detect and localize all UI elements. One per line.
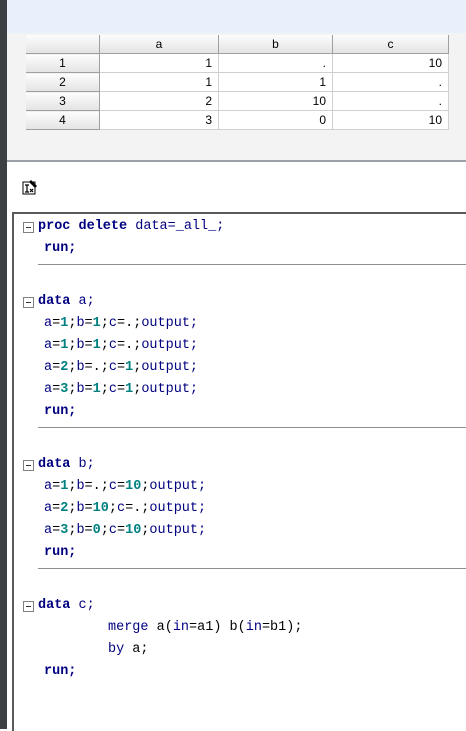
- cell-b[interactable]: 1: [218, 72, 333, 92]
- data-grid-panel: a b c 1 1 . 10 2 1 1 . 3 2 10 . 4 3 0 10: [7, 33, 466, 160]
- row-header[interactable]: 2: [26, 72, 100, 92]
- row-header[interactable]: 1: [26, 53, 100, 73]
- cell-c[interactable]: 10: [332, 53, 449, 73]
- table-row: 1 1 . 10: [26, 53, 449, 73]
- data-grid: a b c 1 1 . 10 2 1 1 . 3 2 10 . 4 3 0 10: [26, 35, 449, 130]
- block-separator: [38, 427, 466, 428]
- fold-toggle-icon[interactable]: [23, 460, 34, 471]
- cell-a[interactable]: 2: [99, 91, 219, 111]
- keyword: proc delete: [38, 219, 128, 234]
- cell-a[interactable]: 1: [99, 72, 219, 92]
- code-line: data a;: [38, 291, 95, 313]
- fold-toggle-icon[interactable]: [23, 222, 34, 233]
- code-text: b;: [70, 457, 95, 472]
- row-header[interactable]: 4: [26, 110, 100, 130]
- column-header-c[interactable]: c: [332, 35, 449, 54]
- code-line: merge a(in=a1) b(in=b1);: [108, 620, 303, 635]
- keyword: data: [38, 294, 71, 309]
- code-line: run;: [44, 545, 77, 560]
- code-line: a=1;b=.;c=10;output;: [44, 479, 207, 494]
- block-separator: [38, 264, 466, 265]
- corner-cell[interactable]: [26, 35, 100, 54]
- code-text: c;: [70, 598, 95, 613]
- cell-a[interactable]: 1: [99, 53, 219, 73]
- left-frame-edge: [0, 0, 7, 729]
- code-line: a=2;b=.;c=1;output;: [44, 360, 199, 375]
- code-line: a=1;b=1;c=.;output;: [44, 316, 199, 331]
- code-line: run;: [44, 404, 77, 419]
- code-line: by a;: [108, 642, 149, 657]
- code-text: data=_all_;: [127, 219, 225, 234]
- code-editor[interactable]: proc delete data=_all_; run; data a; a=1…: [12, 212, 466, 731]
- fold-toggle-icon[interactable]: [23, 601, 34, 612]
- cell-b[interactable]: .: [218, 53, 333, 73]
- cell-c[interactable]: .: [332, 91, 449, 111]
- edit-cursor-icon[interactable]: [22, 179, 38, 195]
- panel-divider[interactable]: [7, 160, 466, 162]
- cell-c[interactable]: .: [332, 72, 449, 92]
- keyword: data: [38, 457, 71, 472]
- block-separator: [38, 568, 466, 569]
- keyword: run;: [44, 241, 77, 256]
- code-line: data c;: [38, 595, 95, 617]
- code-line: a=3;b=1;c=1;output;: [44, 382, 199, 397]
- code-text: a;: [70, 294, 95, 309]
- cell-c[interactable]: 10: [332, 110, 449, 130]
- code-line: run;: [44, 238, 76, 260]
- cell-b[interactable]: 0: [218, 110, 333, 130]
- code-line: a=3;b=0;c=10;output;: [44, 523, 207, 538]
- column-header-b[interactable]: b: [218, 35, 333, 54]
- row-header[interactable]: 3: [26, 91, 100, 111]
- code-line: run;: [44, 664, 77, 679]
- code-line: data b;: [38, 454, 95, 476]
- grid-header-row: a b c: [26, 35, 449, 54]
- code-line: a=1;b=1;c=.;output;: [44, 338, 199, 353]
- code-line: proc delete data=_all_;: [38, 216, 224, 238]
- cell-b[interactable]: 10: [218, 91, 333, 111]
- fold-toggle-icon[interactable]: [23, 297, 34, 308]
- top-panel-band: [7, 0, 466, 33]
- cell-a[interactable]: 3: [99, 110, 219, 130]
- table-row: 4 3 0 10: [26, 110, 449, 130]
- code-line: a=2;b=10;c=.;output;: [44, 501, 207, 516]
- table-row: 2 1 1 .: [26, 72, 449, 92]
- keyword: data: [38, 598, 71, 613]
- column-header-a[interactable]: a: [99, 35, 219, 54]
- table-row: 3 2 10 .: [26, 91, 449, 111]
